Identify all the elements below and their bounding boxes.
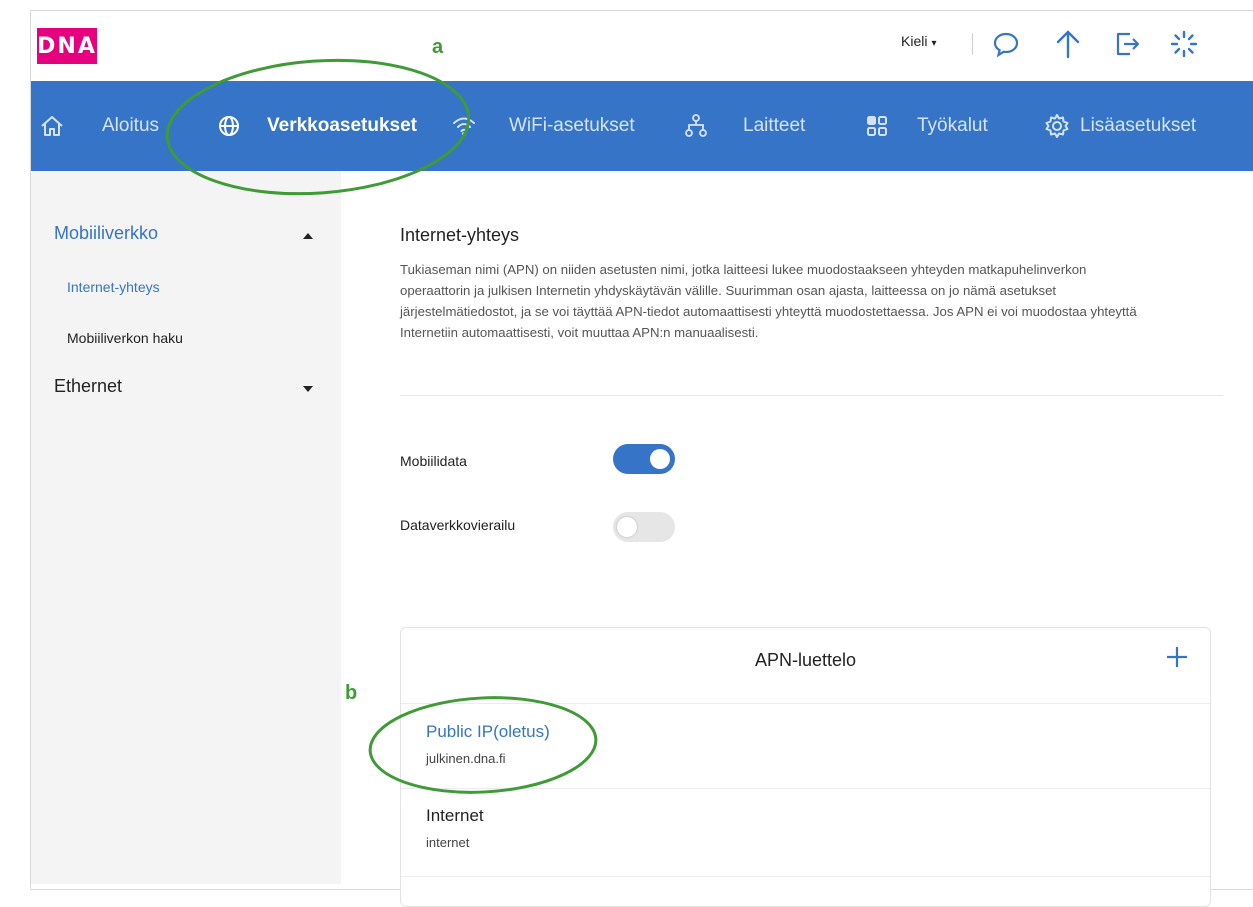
nav-label-lisaasetukset: Lisäasetukset xyxy=(1080,115,1197,136)
nav-item-lisaasetukset[interactable]: Lisäasetukset xyxy=(1044,81,1196,171)
home-icon xyxy=(39,113,65,139)
mobiilidata-label: Mobiilidata xyxy=(400,453,467,469)
main-nav: Aloitus Verkkoasetukset WiFi-asetukset L… xyxy=(31,81,1253,171)
page-title: Internet-yhteys xyxy=(400,225,520,245)
plus-icon[interactable] xyxy=(1162,642,1192,672)
apn-list-title: APN-luettelo xyxy=(754,650,857,670)
language-label: Kieli xyxy=(901,33,928,49)
tools-grid-icon xyxy=(865,114,889,138)
toggle-knob xyxy=(617,517,637,537)
nav-item-aloitus[interactable]: Aloitus xyxy=(39,81,159,171)
annotation-label-b: b xyxy=(345,682,358,704)
chevron-up-icon[interactable] xyxy=(303,233,313,239)
apn-entry-name: Internet xyxy=(426,806,484,825)
sidebar-group-mobiiliverkko[interactable]: Mobiiliverkko xyxy=(54,223,158,244)
divider xyxy=(400,395,1223,396)
apn-divider xyxy=(401,876,1210,877)
nav-label-aloitus: Aloitus xyxy=(102,115,160,136)
header-divider xyxy=(972,33,973,55)
apn-divider xyxy=(401,788,1210,789)
chat-icon[interactable] xyxy=(989,27,1023,61)
nav-item-tyokalut[interactable]: Työkalut xyxy=(865,81,988,171)
annotation-label-a: a xyxy=(432,36,444,58)
sidebar-item-internet-yhteys[interactable]: Internet-yhteys xyxy=(67,279,160,295)
chevron-down-icon[interactable] xyxy=(303,386,313,392)
nav-label-verkkoasetukset: Verkkoasetukset xyxy=(267,115,417,136)
apn-entry-value: julkinen.dna.fi xyxy=(426,751,506,766)
wifi-icon xyxy=(451,114,477,138)
apn-entry-name: Public IP(oletus) xyxy=(426,722,550,741)
gear-icon xyxy=(1044,113,1070,139)
dna-logo[interactable]: DNA xyxy=(37,28,97,64)
nav-label-tyokalut: Työkalut xyxy=(917,115,988,136)
nav-item-laitteet[interactable]: Laitteet xyxy=(684,81,805,171)
top-header: DNA Kieli ▾ xyxy=(31,11,1253,81)
toggle-knob xyxy=(650,449,670,469)
chevron-down-icon: ▾ xyxy=(931,38,937,49)
nav-item-verkkoasetukset[interactable]: Verkkoasetukset xyxy=(217,81,417,171)
dataverkkovierailu-label: Dataverkkovierailu xyxy=(400,517,516,533)
sidebar: Mobiiliverkko Internet-yhteys Mobiiliver… xyxy=(31,171,341,884)
main-content: Internet-yhteys Tukiaseman nimi (APN) on… xyxy=(341,171,1253,907)
page-description: Tukiaseman nimi (APN) on niiden asetuste… xyxy=(400,262,1137,340)
dataverkkovierailu-toggle[interactable] xyxy=(613,512,675,542)
nav-label-wifi-asetukset: WiFi-asetukset xyxy=(509,115,635,136)
nav-label-laitteet: Laitteet xyxy=(743,115,806,136)
nav-item-wifi-asetukset[interactable]: WiFi-asetukset xyxy=(451,81,635,171)
sidebar-group-ethernet[interactable]: Ethernet xyxy=(54,376,122,397)
apn-list-card: APN-luettelo Public IP(oletus) julkinen.… xyxy=(400,627,1211,907)
network-devices-icon xyxy=(684,113,708,139)
language-selector[interactable]: Kieli ▾ xyxy=(901,33,937,49)
globe-icon xyxy=(217,114,241,138)
mobiilidata-toggle[interactable] xyxy=(613,444,675,474)
apn-divider xyxy=(401,703,1210,704)
sidebar-item-mobiiliverkon-haku[interactable]: Mobiiliverkon haku xyxy=(67,330,183,346)
upload-icon[interactable] xyxy=(1051,27,1085,61)
apn-entry-value: internet xyxy=(426,835,470,850)
logout-icon[interactable] xyxy=(1110,27,1144,61)
loading-icon[interactable] xyxy=(1167,27,1201,61)
